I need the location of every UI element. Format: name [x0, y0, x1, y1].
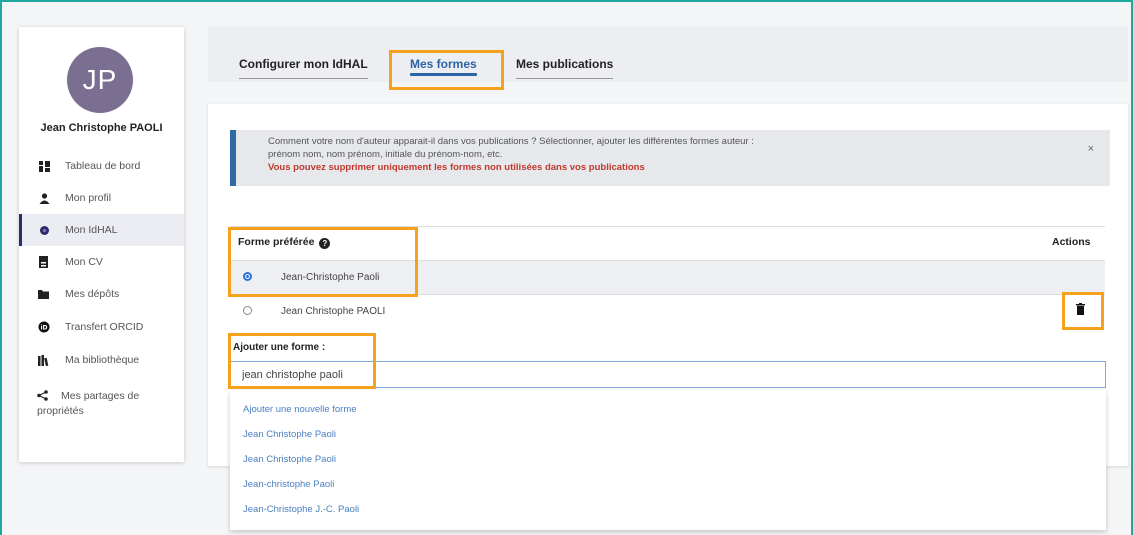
- sidebar-item-cv[interactable]: Mon CV: [19, 246, 184, 278]
- library-icon: [37, 353, 51, 367]
- suggestion-dropdown: Ajouter une nouvelle forme Jean Christop…: [230, 390, 1106, 530]
- sidebar: JP Jean Christophe PAOLI Tableau de bord…: [19, 27, 184, 462]
- preferred-form-radio[interactable]: [243, 306, 252, 315]
- sidebar-item-library[interactable]: Ma bibliothèque: [19, 344, 184, 376]
- share-icon: [37, 390, 51, 404]
- idhal-icon: [37, 223, 51, 237]
- cv-icon: [37, 255, 51, 269]
- suggestion-item[interactable]: Jean-christophe Paoli: [243, 479, 334, 490]
- sidebar-item-label: Mon profil: [65, 192, 112, 204]
- sidebar-item-label: Mon IdHAL: [65, 224, 118, 236]
- info-text-line1: Comment votre nom d'auteur apparait-il d…: [268, 136, 754, 147]
- form-name: Jean-Christophe Paoli: [281, 272, 380, 283]
- tab-my-publications[interactable]: Mes publications: [516, 57, 614, 79]
- add-form-label: Ajouter une forme :: [233, 342, 326, 353]
- add-form-input[interactable]: [230, 361, 1106, 388]
- column-header-actions: Actions: [1052, 236, 1091, 248]
- user-name: Jean Christophe PAOLI: [40, 122, 163, 134]
- column-header-preferred: Forme préférée ?: [238, 236, 331, 249]
- sidebar-item-shares[interactable]: Mes partages de propriétés: [19, 385, 184, 425]
- avatar: JP: [67, 47, 133, 113]
- sidebar-item-label: Mes partages de propriétés: [37, 390, 140, 417]
- suggestion-item[interactable]: Jean-Christophe J.-C. Paoli: [243, 504, 359, 515]
- help-icon[interactable]: ?: [319, 238, 331, 249]
- sidebar-item-label: Transfert ORCID: [65, 321, 144, 333]
- sidebar-item-deposits[interactable]: Mes dépôts: [19, 278, 184, 310]
- form-name: Jean Christophe PAOLI: [281, 306, 386, 317]
- sidebar-item-label: Mes dépôts: [65, 288, 120, 300]
- sidebar-item-profile[interactable]: Mon profil: [19, 182, 184, 214]
- tab-my-forms[interactable]: Mes formes: [410, 57, 477, 78]
- dashboard-icon: [37, 159, 51, 173]
- trash-icon[interactable]: [1076, 303, 1085, 315]
- sidebar-item-label: Tableau de bord: [65, 160, 141, 172]
- suggestion-add-new[interactable]: Ajouter une nouvelle forme: [243, 404, 357, 415]
- sidebar-item-idhal[interactable]: Mon IdHAL: [19, 214, 184, 246]
- tab-configure-idhal[interactable]: Configurer mon IdHAL: [239, 57, 368, 79]
- user-icon: [37, 191, 51, 205]
- sidebar-item-orcid[interactable]: iD Transfert ORCID: [19, 311, 184, 343]
- sidebar-item-dashboard[interactable]: Tableau de bord: [19, 150, 184, 182]
- sidebar-item-label: Ma bibliothèque: [65, 354, 140, 366]
- suggestion-item[interactable]: Jean Christophe Paoli: [243, 454, 336, 465]
- tab-bar: Configurer mon IdHAL Mes formes Mes publ…: [208, 27, 1128, 82]
- svg-text:iD: iD: [40, 325, 47, 332]
- info-text-line2: prénom nom, nom prénom, initiale du prén…: [268, 149, 503, 160]
- column-header-preferred-label: Forme préférée: [238, 236, 315, 248]
- close-icon[interactable]: ×: [1088, 143, 1094, 156]
- info-warning: Vous pouvez supprimer uniquement les for…: [268, 162, 645, 173]
- info-alert: Comment votre nom d'auteur apparait-il d…: [230, 130, 1110, 186]
- table-row[interactable]: Jean-Christophe Paoli: [230, 260, 1105, 294]
- suggestion-item[interactable]: Jean Christophe Paoli: [243, 429, 336, 440]
- preferred-form-radio[interactable]: [243, 272, 252, 281]
- sidebar-item-label: Mon CV: [65, 256, 103, 268]
- orcid-icon: iD: [37, 320, 51, 334]
- folder-icon: [37, 287, 51, 301]
- table-divider: [230, 226, 1105, 227]
- table-row[interactable]: Jean Christophe PAOLI: [230, 294, 1105, 328]
